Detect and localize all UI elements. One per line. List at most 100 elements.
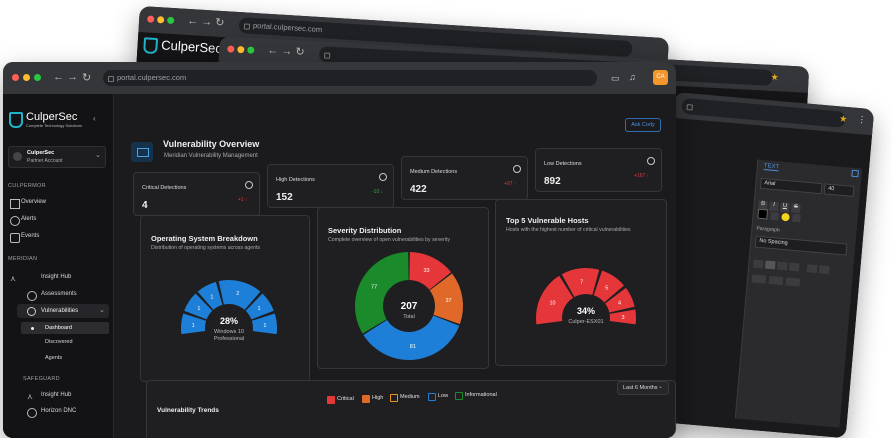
- minimize-dot[interactable]: [156, 16, 165, 24]
- maximize-dot[interactable]: [166, 16, 175, 25]
- stat-value: 422: [410, 184, 427, 195]
- reload-icon[interactable]: ↻: [82, 71, 91, 84]
- ask-cody-button[interactable]: Ask Cody: [625, 118, 661, 132]
- bell-icon[interactable]: ♫: [629, 72, 636, 82]
- info-icon[interactable]: [647, 157, 655, 165]
- stat-card-high: High Detections 152 -10 ↓: [267, 164, 394, 208]
- trends-legend: Critical High Medium Low Informational: [327, 392, 527, 405]
- star-icon[interactable]: ★: [839, 113, 848, 125]
- os-center-line2: Professional: [214, 336, 244, 342]
- maximize-dot[interactable]: [247, 46, 255, 54]
- legend-low-checkbox[interactable]: [428, 393, 436, 401]
- stat-label: Medium Detections: [410, 169, 458, 175]
- stat-change: +97 ↑: [504, 181, 517, 187]
- sidebar-item-assessments[interactable]: Assessments: [41, 291, 77, 297]
- shield-icon: [143, 36, 159, 54]
- text-color-button[interactable]: [770, 211, 779, 221]
- legend-informational-checkbox[interactable]: [455, 392, 463, 400]
- account-switcher[interactable]: CulperSec Partner Account ⌄: [8, 146, 106, 168]
- user-avatar[interactable]: CA: [653, 70, 668, 85]
- os-slice-label: 1: [258, 306, 261, 312]
- sidebar-item-discovered[interactable]: Discovered: [45, 339, 73, 345]
- info-icon[interactable]: [513, 165, 521, 173]
- align-left-button[interactable]: [753, 259, 764, 269]
- panel-toggle-icon[interactable]: [851, 169, 859, 178]
- sidebar-item-insight-hub[interactable]: Insight Hub: [41, 274, 71, 280]
- star-icon[interactable]: ★: [770, 72, 779, 83]
- font-size-select[interactable]: 40: [823, 183, 855, 197]
- legend-critical-checkbox[interactable]: [327, 396, 335, 404]
- collapse-sidebar-icon[interactable]: ‹: [93, 114, 96, 123]
- close-dot[interactable]: [147, 15, 155, 23]
- style-select[interactable]: No Spacing: [754, 235, 848, 256]
- address-bar[interactable]: portal.culpersec.com: [103, 70, 597, 86]
- chat-icon[interactable]: ▭: [611, 73, 620, 84]
- sidebar-item-horizon[interactable]: Horizon DNC: [41, 408, 76, 414]
- top-hosts-card: Top 5 Vulnerable Hosts Hosts with the hi…: [495, 199, 667, 366]
- sidebar-item-alerts[interactable]: Alerts: [21, 216, 36, 222]
- hub-icon: ⋏: [27, 392, 33, 401]
- nav-arrows-icon[interactable]: ← → ↻: [187, 14, 225, 29]
- shield-icon: [9, 112, 23, 128]
- page-title: Vulnerability Overview: [163, 139, 260, 149]
- grid-icon: [10, 199, 20, 209]
- events-icon: [10, 233, 20, 243]
- os-center-pct: 28%: [220, 316, 238, 326]
- close-dot[interactable]: [227, 45, 235, 53]
- minimize-dot[interactable]: [237, 45, 245, 54]
- os-breakdown-card: Operating System Breakdown Distribution …: [140, 215, 310, 382]
- os-slice-label: 1: [197, 306, 200, 312]
- chevron-down-icon: ⌄: [99, 307, 105, 314]
- hosts-slice-label: 4: [618, 300, 621, 306]
- stat-value: 4: [142, 200, 148, 211]
- justify-button[interactable]: [788, 262, 800, 272]
- info-icon[interactable]: [245, 181, 253, 189]
- styles-label: Paragraph: [756, 225, 780, 234]
- maximize-dot[interactable]: [34, 74, 41, 81]
- sidebar-item-insight-hub-2[interactable]: Insight Hub: [41, 392, 71, 398]
- nav-arrows-icon[interactable]: ← → ↻: [267, 44, 305, 59]
- severity-slice-label: 33: [424, 268, 430, 274]
- nav-forward-icon[interactable]: →: [67, 71, 78, 83]
- stat-card-medium: Medium Detections 422 +97 ↑: [401, 156, 528, 200]
- menu-dots-icon[interactable]: ⋮: [857, 114, 867, 126]
- highlight-icon[interactable]: [792, 213, 801, 223]
- editor-browser-window: ★ ⋮ TEXT Arial 40 BIUS Paragraph No Spac…: [646, 92, 875, 438]
- sidebar-item-vulnerabilities[interactable]: Vulnerabilities ⌄: [17, 304, 109, 318]
- minimize-dot[interactable]: [23, 74, 30, 81]
- align-center-button[interactable]: [764, 260, 776, 270]
- severity-slice[interactable]: [355, 252, 409, 334]
- sidebar-item-events[interactable]: Events: [21, 233, 39, 239]
- indent-button[interactable]: [806, 264, 818, 274]
- hosts-center-label: Culper-ESX01: [568, 319, 603, 325]
- target-icon: [27, 307, 36, 316]
- legend-high-checkbox[interactable]: [362, 395, 370, 403]
- number-list-button[interactable]: [768, 275, 784, 286]
- page-subtitle: Meridian Vulnerability Management: [164, 153, 258, 159]
- chevron-down-icon: ⌄: [658, 384, 664, 390]
- align-right-button[interactable]: [776, 261, 788, 271]
- severity-card: Severity Distribution Complete overview …: [317, 207, 489, 369]
- color-swatch-yellow[interactable]: [781, 212, 790, 222]
- sidebar-item-overview[interactable]: Overview: [21, 199, 46, 205]
- tab-text[interactable]: TEXT: [763, 163, 780, 172]
- sidebar-item-dashboard[interactable]: Dashboard: [21, 322, 109, 334]
- info-icon[interactable]: [379, 173, 387, 181]
- browser-titlebar: ← → ↻ portal.culpersec.com ▭ ♫ CA: [3, 62, 676, 94]
- color-swatch-black[interactable]: [757, 208, 769, 220]
- outdent-button[interactable]: [818, 265, 830, 275]
- main-browser-window: ← → ↻ portal.culpersec.com ▭ ♫ CA Culper…: [3, 62, 676, 438]
- legend-medium-checkbox[interactable]: [390, 394, 398, 402]
- close-dot[interactable]: [12, 74, 19, 81]
- os-center-line1: Windows 10: [214, 329, 244, 335]
- hosts-slice-label: 5: [605, 285, 608, 291]
- period-select[interactable]: Last 6 Months ⌄: [617, 381, 669, 395]
- page-icon: [131, 142, 153, 162]
- nav-back-icon[interactable]: ←: [53, 71, 64, 83]
- section-label-culpermor: CULPERMOR: [8, 183, 46, 189]
- sidebar-item-agents[interactable]: Agents: [45, 355, 62, 361]
- severity-chart: 33 37 81 77 207 Total: [355, 252, 463, 360]
- line-spacing-button[interactable]: [785, 277, 801, 287]
- stat-value: 152: [276, 192, 293, 203]
- bullet-list-button[interactable]: [751, 274, 767, 284]
